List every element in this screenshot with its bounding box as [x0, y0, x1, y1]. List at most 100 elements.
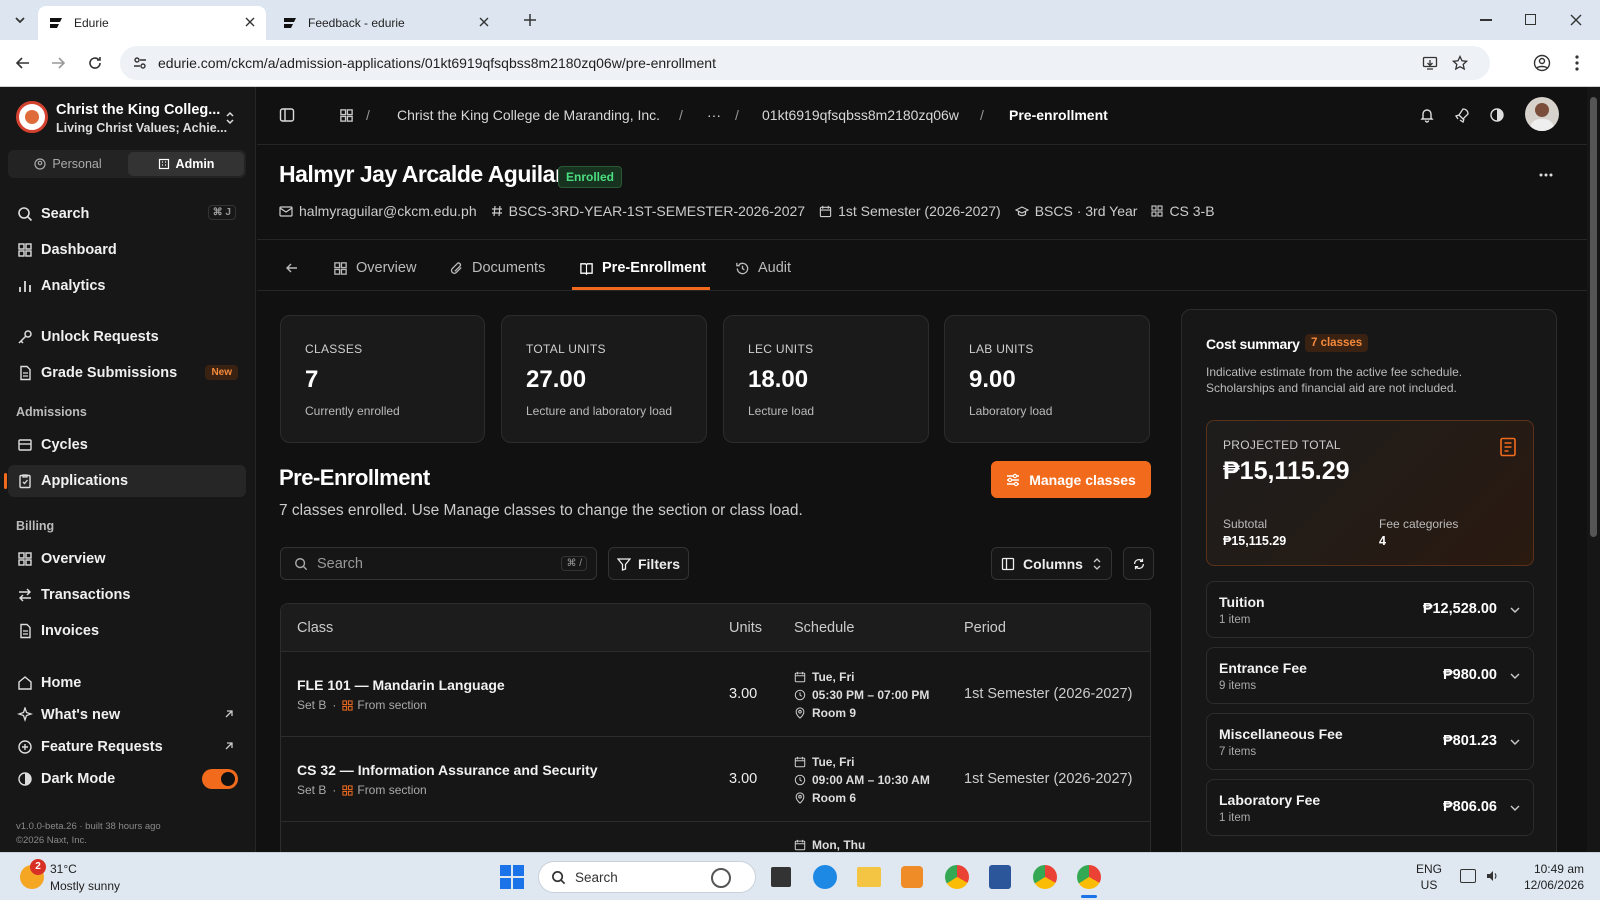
document-icon [17, 365, 33, 381]
bookmark-star-icon[interactable] [1452, 55, 1468, 71]
refresh-button[interactable] [1123, 547, 1154, 580]
fee-item-entrance[interactable]: Entrance Fee 9 items ₱980.00 [1206, 647, 1534, 704]
sidebar-item-billing-overview[interactable]: Overview [8, 543, 246, 575]
table-row[interactable]: CS 32 — Information Assurance and Securi… [281, 737, 1150, 822]
back-arrow-icon[interactable] [285, 261, 299, 275]
history-icon [735, 261, 750, 276]
task-view-icon[interactable] [771, 867, 791, 887]
edge-browser-icon[interactable] [813, 865, 837, 889]
new-tab-icon[interactable] [522, 12, 538, 28]
forward-icon[interactable] [50, 55, 66, 71]
sidebar-item-feature-requests[interactable]: Feature Requests [8, 731, 246, 763]
close-tab-icon[interactable] [478, 16, 490, 28]
reload-icon[interactable] [87, 55, 103, 71]
more-options-icon[interactable] [1539, 173, 1553, 177]
volume-icon[interactable] [1485, 869, 1499, 883]
section-source-icon [342, 699, 353, 711]
schedule-days: Tue, Fri [812, 755, 855, 769]
breadcrumb-org[interactable]: Christ the King College de Maranding, In… [397, 107, 660, 123]
filters-label: Filters [637, 555, 680, 572]
filters-button[interactable]: Filters [608, 547, 689, 580]
file-explorer-icon[interactable] [857, 867, 881, 887]
back-icon[interactable] [15, 55, 31, 71]
sidebar-item-analytics[interactable]: Analytics [8, 270, 246, 302]
table-row[interactable]: FLE 101 — Mandarin Language Set B · From… [281, 652, 1150, 737]
chrome-active-icon[interactable] [1077, 865, 1101, 889]
column-header-period[interactable]: Period [964, 620, 1006, 636]
schedule-time: 09:00 AM – 10:30 AM [812, 773, 930, 787]
scrollbar-thumb[interactable] [1590, 97, 1597, 537]
table-row[interactable]: Mon, Thu [281, 822, 1150, 852]
install-app-icon[interactable] [1422, 55, 1438, 71]
browser-tab-edurie[interactable]: Edurie [38, 6, 266, 40]
manage-classes-button[interactable]: Manage classes [991, 461, 1151, 498]
close-tab-icon[interactable] [244, 16, 256, 28]
browser-tab-feedback[interactable]: Feedback - edurie [272, 6, 500, 40]
media-player-icon[interactable] [901, 866, 923, 888]
dark-mode-toggle[interactable] [202, 769, 238, 789]
grid-icon [333, 261, 348, 276]
language-indicator[interactable]: ENG US [1416, 861, 1442, 893]
profile-icon[interactable] [1533, 54, 1551, 72]
tab-pre-enrollment[interactable]: Pre-Enrollment [579, 250, 706, 286]
cost-summary-title: Cost summary [1206, 336, 1300, 352]
sidebar-item-invoices[interactable]: Invoices [8, 615, 246, 647]
sidebar-item-home[interactable]: Home [8, 667, 246, 699]
refresh-icon [1132, 557, 1146, 571]
shortcut-badge: ⌘ / [561, 556, 587, 571]
column-header-units[interactable]: Units [729, 620, 762, 636]
user-avatar[interactable] [1525, 97, 1559, 131]
network-icon[interactable] [1460, 869, 1476, 883]
close-window-icon[interactable] [1569, 13, 1583, 27]
org-switcher[interactable]: Christ the King Colleg... Living Christ … [8, 95, 246, 139]
admin-mode-button[interactable]: Admin [128, 152, 244, 176]
minimize-icon[interactable] [1480, 19, 1492, 21]
breadcrumb-application-id[interactable]: 01kt6919qfsqbss8m2180zq06w [762, 107, 959, 123]
column-header-schedule[interactable]: Schedule [794, 620, 854, 636]
rocket-icon[interactable] [1454, 107, 1470, 123]
tab-documents[interactable]: Documents [449, 250, 545, 286]
home-icon [17, 675, 33, 691]
taskbar-search[interactable]: Search [538, 861, 756, 893]
restore-icon[interactable] [1525, 14, 1536, 25]
fee-item-tuition[interactable]: Tuition 1 item ₱12,528.00 [1206, 581, 1534, 638]
personal-mode-button[interactable]: Personal [10, 152, 126, 176]
url-field[interactable]: edurie.com/ckcm/a/admission-applications… [120, 46, 1490, 80]
weather-temp: 31°C [50, 862, 77, 876]
sidebar-item-applications[interactable]: Applications [4, 465, 246, 497]
sidebar-item-search[interactable]: Search ⌘ J [8, 198, 246, 230]
tab-audit[interactable]: Audit [735, 250, 791, 286]
fee-item-laboratory[interactable]: Laboratory Fee 1 item ₱806.06 [1206, 779, 1534, 836]
sidebar-item-grade-submissions[interactable]: Grade Submissions New [8, 357, 246, 389]
toggle-sidebar-icon[interactable] [279, 107, 295, 123]
chrome-profile-icon[interactable] [1033, 865, 1057, 889]
clock[interactable]: 10:49 am 12/06/2026 [1518, 861, 1584, 893]
word-icon[interactable] [989, 865, 1011, 889]
breadcrumb-ellipsis[interactable]: ··· [707, 107, 721, 123]
personal-label: Personal [52, 157, 102, 171]
sidebar-item-dashboard[interactable]: Dashboard [8, 234, 246, 266]
chrome-icon[interactable] [945, 865, 969, 889]
browser-menu-icon[interactable] [1574, 54, 1580, 72]
tab-list-chevron-icon[interactable] [12, 12, 28, 28]
tab-overview[interactable]: Overview [333, 250, 416, 286]
start-button-icon[interactable] [500, 865, 524, 889]
apps-grid-icon[interactable] [339, 108, 354, 123]
stat-card-classes: CLASSES 7 Currently enrolled [280, 315, 485, 443]
page-scrollbar[interactable] [1587, 87, 1600, 852]
sidebar-item-cycles[interactable]: Cycles [8, 429, 246, 461]
table-search-input[interactable]: Search ⌘ / [280, 547, 597, 580]
columns-button[interactable]: Columns [991, 547, 1112, 580]
theme-contrast-icon[interactable] [1489, 107, 1505, 123]
student-meta: halmyraguilar@ckcm.edu.ph BSCS-3RD-YEAR-… [279, 201, 1215, 221]
schedule-days: Mon, Thu [812, 838, 866, 852]
sidebar-item-unlock-requests[interactable]: Unlock Requests [8, 321, 246, 353]
site-info-icon[interactable] [132, 55, 148, 71]
class-units: 3.00 [729, 771, 758, 787]
notifications-bell-icon[interactable] [1419, 107, 1435, 123]
sidebar-item-transactions[interactable]: Transactions [8, 579, 246, 611]
column-header-class[interactable]: Class [297, 620, 333, 636]
sidebar-item-whats-new[interactable]: What's new [8, 699, 246, 731]
fee-item-miscellaneous[interactable]: Miscellaneous Fee 7 items ₱801.23 [1206, 713, 1534, 770]
weather-widget[interactable]: 2 31°C Mostly sunny [16, 859, 136, 895]
